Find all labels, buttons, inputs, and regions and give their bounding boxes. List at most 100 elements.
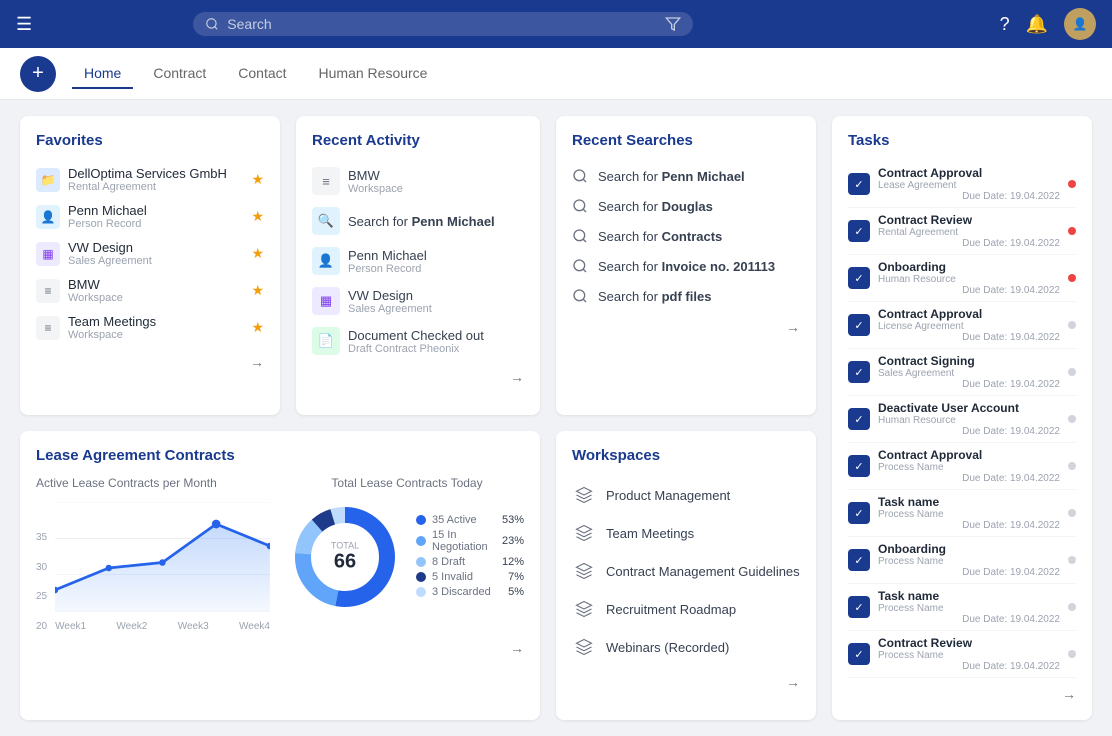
xaxis: Week1 Week2 Week3 Week4 — [55, 621, 270, 632]
task-item-taskname-1[interactable]: ✓ Task name Process Name Due Date: 19.04… — [848, 490, 1076, 537]
card-footer: → — [312, 369, 524, 387]
search-item-invoice[interactable]: Search for Invoice no. 201113 — [572, 251, 800, 281]
fav-item-delloptima[interactable]: 📁 DellOptima Services GmbH Rental Agreem… — [36, 161, 264, 198]
help-icon[interactable]: ? — [1000, 14, 1010, 35]
task-body: Onboarding Human Resource Due Date: 19.0… — [878, 260, 1060, 296]
task-name: Contract Approval — [878, 448, 1060, 462]
arrow-right-icon[interactable]: → — [250, 354, 264, 370]
task-item-contract-approval-1[interactable]: ✓ Contract Approval Lease Agreement Due … — [848, 161, 1076, 208]
bell-icon[interactable]: 🔔 — [1026, 14, 1048, 35]
tab-home[interactable]: Home — [72, 59, 133, 89]
fav-sub: Rental Agreement — [68, 181, 243, 193]
arrow-right-icon[interactable]: → — [510, 369, 524, 385]
filter-icon[interactable] — [665, 16, 681, 32]
arrow-right-icon[interactable]: → — [786, 319, 800, 335]
legend-label: 5 Invalid — [432, 571, 473, 583]
search-input[interactable] — [227, 16, 657, 32]
yaxis-label: 30 — [36, 562, 47, 573]
fav-item-penn[interactable]: 👤 Penn Michael Person Record ★ — [36, 198, 264, 235]
grid-icon: ▦ — [312, 287, 340, 315]
tab-human-resource[interactable]: Human Resource — [307, 59, 440, 89]
card-footer: → — [36, 640, 524, 658]
task-sub: Process Name — [878, 603, 1060, 614]
search-item-contracts[interactable]: Search for Contracts — [572, 221, 800, 251]
add-button[interactable]: + — [20, 56, 56, 92]
person-icon: 👤 — [312, 247, 340, 275]
avatar[interactable]: 👤 — [1064, 8, 1096, 40]
fav-item-team[interactable]: ≡ Team Meetings Workspace ★ — [36, 309, 264, 346]
tab-contact[interactable]: Contact — [226, 59, 298, 89]
task-due: Due Date: 19.04.2022 — [878, 332, 1060, 343]
legend-dot — [416, 536, 426, 546]
search-icon — [572, 198, 588, 214]
task-item-taskname-2[interactable]: ✓ Task name Process Name Due Date: 19.04… — [848, 584, 1076, 631]
task-sub: Human Resource — [878, 274, 1060, 285]
layers-icon: ≡ — [312, 167, 340, 195]
act-item-vw[interactable]: ▦ VW Design Sales Agreement — [312, 281, 524, 321]
fav-item-vw[interactable]: ▦ VW Design Sales Agreement ★ — [36, 235, 264, 272]
fav-name: Penn Michael — [68, 203, 243, 218]
ws-text: Contract Management Guidelines — [606, 564, 800, 579]
ws-item-recruitment[interactable]: Recruitment Roadmap — [572, 590, 800, 628]
fav-item-bmw[interactable]: ≡ BMW Workspace ★ — [36, 272, 264, 309]
card-footer: → — [36, 354, 264, 372]
favorites-card: Favorites 📁 DellOptima Services GmbH Ren… — [20, 116, 280, 415]
task-item-onboarding-2[interactable]: ✓ Onboarding Process Name Due Date: 19.0… — [848, 537, 1076, 584]
arrow-right-icon[interactable]: → — [786, 674, 800, 690]
act-sub: Person Record — [348, 263, 427, 275]
task-name: Task name — [878, 495, 1060, 509]
fav-text: BMW Workspace — [68, 277, 243, 304]
act-item-search-penn[interactable]: 🔍 Search for Penn Michael — [312, 201, 524, 241]
task-name: Contract Approval — [878, 166, 1060, 180]
act-item-doc[interactable]: 📄 Document Checked out Draft Contract Ph… — [312, 321, 524, 361]
star-icon[interactable]: ★ — [251, 319, 264, 336]
recent-activity-title: Recent Activity — [312, 132, 524, 149]
star-icon[interactable]: ★ — [251, 208, 264, 225]
fav-sub: Workspace — [68, 292, 243, 304]
task-item-contract-approval-2[interactable]: ✓ Contract Approval License Agreement Du… — [848, 302, 1076, 349]
task-item-deactivate[interactable]: ✓ Deactivate User Account Human Resource… — [848, 396, 1076, 443]
ws-item-product-mgmt[interactable]: Product Management — [572, 476, 800, 514]
search-item-penn[interactable]: Search for Penn Michael — [572, 161, 800, 191]
star-icon[interactable]: ★ — [251, 282, 264, 299]
task-check-icon: ✓ — [848, 267, 870, 289]
task-body: Task name Process Name Due Date: 19.04.2… — [878, 589, 1060, 625]
task-item-onboarding-1[interactable]: ✓ Onboarding Human Resource Due Date: 19… — [848, 255, 1076, 302]
search-icon — [205, 17, 219, 31]
act-item-penn[interactable]: 👤 Penn Michael Person Record — [312, 241, 524, 281]
star-icon[interactable]: ★ — [251, 171, 264, 188]
hamburger-icon[interactable]: ☰ — [16, 14, 32, 35]
arrow-right-icon[interactable]: → — [1062, 686, 1076, 702]
act-name: Document Checked out — [348, 328, 484, 343]
card-footer: → — [848, 686, 1076, 704]
task-item-contract-approval-3[interactable]: ✓ Contract Approval Process Name Due Dat… — [848, 443, 1076, 490]
fav-text: DellOptima Services GmbH Rental Agreemen… — [68, 166, 243, 193]
task-check-icon: ✓ — [848, 220, 870, 242]
act-item-bmw[interactable]: ≡ BMW Workspace — [312, 161, 524, 201]
task-item-contract-review[interactable]: ✓ Contract Review Rental Agreement Due D… — [848, 208, 1076, 255]
lease-card: Lease Agreement Contracts Active Lease C… — [20, 431, 540, 720]
workspaces-card: Workspaces Product Management Team Meeti… — [556, 431, 816, 720]
task-due: Due Date: 19.04.2022 — [878, 614, 1060, 625]
task-item-contract-signing[interactable]: ✓ Contract Signing Sales Agreement Due D… — [848, 349, 1076, 396]
search-item-douglas[interactable]: Search for Douglas — [572, 191, 800, 221]
xaxis-label: Week2 — [116, 621, 147, 632]
recent-activity-card: Recent Activity ≡ BMW Workspace 🔍 Search… — [296, 116, 540, 415]
act-sub: Workspace — [348, 183, 403, 195]
task-item-contract-review-2[interactable]: ✓ Contract Review Process Name Due Date:… — [848, 631, 1076, 678]
task-sub: Process Name — [878, 462, 1060, 473]
ws-item-webinars[interactable]: Webinars (Recorded) — [572, 628, 800, 666]
act-name: VW Design — [348, 288, 432, 303]
act-name: BMW — [348, 168, 403, 183]
tab-contract[interactable]: Contract — [141, 59, 218, 89]
arrow-right-icon[interactable]: → — [510, 640, 524, 656]
task-sub: Lease Agreement — [878, 180, 1060, 191]
star-icon[interactable]: ★ — [251, 245, 264, 262]
legend-item-negotiation: 15 In Negotiation 23% — [416, 529, 524, 553]
legend-pct: 5% — [500, 586, 524, 598]
ws-item-team-meetings[interactable]: Team Meetings — [572, 514, 800, 552]
task-name: Contract Signing — [878, 354, 1060, 368]
search-item-pdf[interactable]: Search for pdf files — [572, 281, 800, 311]
ws-item-contract-guidelines[interactable]: Contract Management Guidelines — [572, 552, 800, 590]
donut-total-num: 66 — [331, 551, 359, 574]
